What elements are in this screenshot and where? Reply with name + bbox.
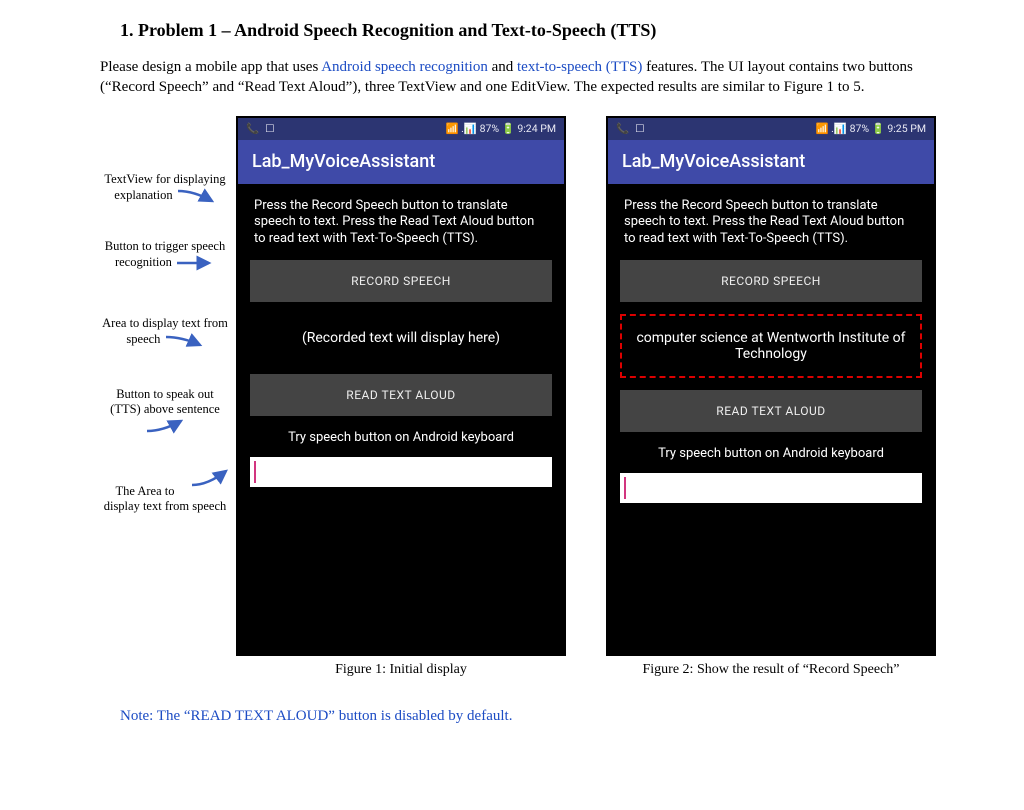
link-tts[interactable]: text-to-speech (TTS)	[517, 59, 642, 75]
figure-2-block: 📞 ☐ 📶 .📊 87% 🔋 9:25 PM Lab_MyVoiceAssist…	[606, 116, 936, 678]
arrow-icon	[176, 187, 216, 205]
record-speech-button[interactable]: RECORD SPEECH	[620, 260, 922, 302]
intro-text-1: Please design a mobile app that uses	[100, 59, 321, 75]
phone-content: Press the Record Speech button to transl…	[608, 184, 934, 654]
explanation-textview: Press the Record Speech button to transl…	[620, 196, 922, 249]
link-speech-recognition[interactable]: Android speech recognition	[321, 59, 488, 75]
recorded-text-area: (Recorded text will display here)	[250, 314, 552, 362]
recorded-text-area: computer science at Wentworth Institute …	[620, 314, 922, 378]
square-icon: ☐	[635, 122, 644, 135]
status-bar: 📞 ☐ 📶 .📊 87% 🔋 9:24 PM	[238, 118, 564, 140]
problem-heading: 1. Problem 1 – Android Speech Recognitio…	[120, 20, 964, 41]
square-icon: ☐	[265, 122, 274, 135]
phone-icon: 📞	[246, 122, 259, 135]
phones-column: 📞 ☐ 📶 .📊 87% 🔋 9:24 PM Lab_MyVoiceAssist…	[236, 116, 936, 678]
callout-label: The Area to display text from speech	[100, 469, 230, 514]
callout-label: Button to speak out (TTS) above sentence	[100, 387, 230, 435]
figure-1-caption: Figure 1: Initial display	[236, 662, 566, 678]
callout-label: TextView for displaying explanation	[100, 172, 230, 205]
arrow-icon	[190, 469, 230, 487]
record-speech-button[interactable]: RECORD SPEECH	[250, 260, 552, 302]
app-bar-title: Lab_MyVoiceAssistant	[238, 140, 564, 184]
try-speech-label: Try speech button on Android keyboard	[250, 428, 552, 445]
status-right: 📶 .📊 87% 🔋 9:25 PM	[815, 122, 926, 135]
callout-label: Area to display text from speech	[100, 316, 230, 349]
figure-1-block: 📞 ☐ 📶 .📊 87% 🔋 9:24 PM Lab_MyVoiceAssist…	[236, 116, 566, 678]
main-row: TextView for displaying explanation Butt…	[100, 116, 964, 678]
intro-text-2: and	[488, 59, 517, 75]
edit-text-field[interactable]	[250, 457, 552, 487]
phone-mockup-2: 📞 ☐ 📶 .📊 87% 🔋 9:25 PM Lab_MyVoiceAssist…	[606, 116, 936, 656]
try-speech-label: Try speech button on Android keyboard	[620, 444, 922, 461]
phone-content: Press the Record Speech button to transl…	[238, 184, 564, 654]
figure-2-caption: Figure 2: Show the result of “Record Spe…	[606, 662, 936, 678]
phone-mockup-1: 📞 ☐ 📶 .📊 87% 🔋 9:24 PM Lab_MyVoiceAssist…	[236, 116, 566, 656]
callout-labels-column: TextView for displaying explanation Butt…	[100, 116, 230, 534]
callout-label-text: Button to speak out (TTS) above sentence	[110, 387, 220, 416]
explanation-textview: Press the Record Speech button to transl…	[250, 196, 552, 249]
arrow-icon	[175, 254, 215, 272]
read-text-aloud-button[interactable]: READ TEXT ALOUD	[250, 374, 552, 416]
intro-paragraph: Please design a mobile app that uses And…	[100, 57, 964, 98]
footnote: Note: The “READ TEXT ALOUD” button is di…	[120, 708, 964, 725]
arrow-icon	[145, 417, 185, 435]
callout-label: Button to trigger speech recognition	[100, 239, 230, 272]
phone-icon: 📞	[616, 122, 629, 135]
edit-text-field[interactable]	[620, 473, 922, 503]
app-bar-title: Lab_MyVoiceAssistant	[608, 140, 934, 184]
read-text-aloud-button[interactable]: READ TEXT ALOUD	[620, 390, 922, 432]
status-right: 📶 .📊 87% 🔋 9:24 PM	[445, 122, 556, 135]
callout-label-text: The Area to display text from speech	[104, 484, 227, 513]
arrow-icon	[164, 331, 204, 349]
status-bar: 📞 ☐ 📶 .📊 87% 🔋 9:25 PM	[608, 118, 934, 140]
